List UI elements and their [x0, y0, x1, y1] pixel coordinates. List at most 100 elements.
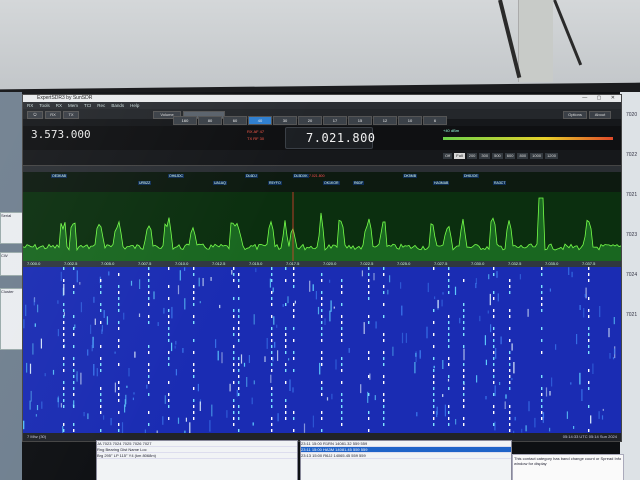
about-button[interactable]: About: [589, 111, 611, 119]
menu-bar: RX Tools RX Mem TCI Rec Bands Help: [23, 102, 621, 109]
desktop-number: 7023: [626, 232, 638, 238]
menu-item[interactable]: RX: [27, 103, 33, 108]
band-selector: 160 80 60 40 30 20 17 15 12 10 6: [173, 116, 448, 125]
spectrum-panel: OE3KAB UR5ZZ OH6JDC UA1AQ DL6DJ R5YFO DL5DXK OK…: [23, 165, 621, 262]
span-button[interactable]: 600: [504, 153, 516, 159]
s-meter-scale: [443, 137, 613, 140]
dx-spot-label[interactable]: R6DF: [353, 181, 365, 185]
span-button[interactable]: Full: [454, 153, 465, 159]
freq-tick-label: 7.032.5: [508, 261, 522, 266]
span-button[interactable]: 300: [479, 153, 491, 159]
menu-item[interactable]: TCI: [84, 103, 91, 108]
dx-spot-label[interactable]: R5YFO: [268, 181, 282, 185]
info-note: This contact category has band change co…: [512, 454, 624, 480]
dx-spot-label[interactable]: DK5MB: [403, 174, 418, 178]
desktop-number: 7020: [626, 112, 638, 118]
freq-tick-label: 7.037.5: [582, 261, 596, 266]
status-left: 7 Mhz (30): [27, 434, 47, 439]
band-button-30[interactable]: 30: [273, 116, 297, 125]
span-button[interactable]: 500: [492, 153, 503, 159]
desktop-window[interactable]: Serial: [0, 212, 24, 244]
menu-item[interactable]: Tools: [39, 103, 50, 108]
s-meter: +40 dBm: [443, 128, 613, 140]
tx-rf-label: TX RF 30: [247, 136, 265, 141]
freq-tick-label: 7.027.5: [434, 261, 448, 266]
window-controls[interactable]: — ▢ ✕: [582, 95, 619, 102]
freq-tick-label: 7.020.0: [323, 261, 337, 266]
band-button-17[interactable]: 17: [323, 116, 347, 125]
rx-frequency-display[interactable]: 3.573.000: [31, 128, 91, 141]
dx-spot-label[interactable]: DL6DJ: [245, 174, 258, 178]
desktop-left: Serial CW Cluster: [0, 92, 24, 480]
frequency-row: 3.573.000 RX AF 47 TX RF 30 7.021.800 +4…: [23, 126, 621, 150]
freq-tick-label: 7.022.5: [360, 261, 374, 266]
span-button[interactable]: 1000: [530, 153, 544, 159]
sdr-app-window: ExpertSDR3 by SunSDR — ▢ ✕ RX Tools RX Mem T…: [22, 94, 622, 442]
freq-tick-label: 7.007.5: [138, 261, 152, 266]
band-button-10[interactable]: 10: [398, 116, 422, 125]
band-button-40[interactable]: 40: [248, 116, 272, 125]
dx-spots-row: OE3KAB UR5ZZ OH6JDC UA1AQ DL6DJ R5YFO DL5DXK OK…: [23, 172, 621, 192]
freq-tick-label: 7.017.5: [286, 261, 300, 266]
dx-spot-label[interactable]: OK1KOR: [323, 181, 340, 185]
band-button-60[interactable]: 60: [223, 116, 247, 125]
status-clock: 05:14:33 UTC 05:14 Sun 2024: [562, 434, 617, 439]
qso-row[interactable]: 23:13 15:00 R6JJ 14065.45 559 559: [301, 453, 511, 459]
freq-tick-label: 7.015.0: [249, 261, 263, 266]
desktop-window[interactable]: CW: [0, 252, 24, 276]
freq-tick-label: 7.000.0: [27, 261, 41, 266]
dx-spot-label[interactable]: UR5ZZ: [138, 181, 152, 185]
menu-item[interactable]: Help: [130, 103, 139, 108]
logger-qso-list: 23:11 15:00 R1RN 14081.32 559 559 23:11 1…: [300, 440, 512, 480]
freq-tick-label: 7.010.0: [175, 261, 189, 266]
rx-af-label: RX AF 47: [247, 129, 265, 134]
band-button-12[interactable]: 12: [373, 116, 397, 125]
window-title: ExpertSDR3 by SunSDR: [37, 95, 93, 101]
span-button[interactable]: Off: [443, 153, 453, 159]
freq-tick-label: 7.035.0: [545, 261, 559, 266]
freq-tick-label: 7.025.0: [397, 261, 411, 266]
menu-item[interactable]: Mem: [68, 103, 78, 108]
wall-post: [518, 0, 553, 82]
desktop-number: 7024: [626, 272, 638, 278]
options-button[interactable]: Options: [563, 111, 587, 119]
log-info-row: Brg 295° LP 115° Y4 (km 8068m): [97, 453, 297, 459]
dx-spot-label[interactable]: 7.021.800: [308, 174, 326, 178]
monitor-screen: Serial CW Cluster 7020 7022 7021 7023 7024 70…: [0, 92, 640, 480]
dx-spot-label[interactable]: DH8JOE: [463, 174, 479, 178]
band-button-15[interactable]: 15: [348, 116, 372, 125]
s-meter-label: +40 dBm: [443, 128, 460, 133]
rx-button[interactable]: RX: [45, 111, 61, 119]
dx-spot-label[interactable]: HA3MAB: [433, 181, 450, 185]
freq-tick-label: 7.012.5: [212, 261, 226, 266]
power-button[interactable]: ⏻: [27, 111, 43, 119]
dx-spot-label[interactable]: DL5DXK: [293, 174, 309, 178]
tx-button[interactable]: TX: [63, 111, 79, 119]
logger-info-window: JA 7023 7024 7025 7026 7027 Rng Bearing D…: [96, 440, 298, 480]
waterfall-display[interactable]: [23, 267, 621, 433]
freq-tick-label: 7.030.0: [471, 261, 485, 266]
band-button-80[interactable]: 80: [198, 116, 222, 125]
spectrum-trace[interactable]: [23, 192, 621, 262]
span-button[interactable]: 200: [466, 153, 478, 159]
dx-spot-label[interactable]: OE3KAB: [51, 174, 68, 178]
desktop-number: 7021: [626, 192, 638, 198]
menu-item[interactable]: Rec: [97, 103, 105, 108]
menu-item[interactable]: Bands: [111, 103, 124, 108]
vfo-frequency[interactable]: 7.021.800: [306, 131, 376, 145]
band-button-20[interactable]: 20: [298, 116, 322, 125]
band-button-160[interactable]: 160: [173, 116, 197, 125]
desktop-number: 7021: [626, 312, 638, 318]
band-button-6[interactable]: 6: [423, 116, 447, 125]
menu-item[interactable]: RX: [56, 103, 62, 108]
dx-spot-label[interactable]: OH6JDC: [168, 174, 185, 178]
span-buttons: Off Full 200 300 500 600 800 1000 1200: [443, 153, 560, 159]
vfo-display[interactable]: 7.021.800: [285, 127, 376, 149]
desktop-window[interactable]: Cluster: [0, 288, 24, 350]
span-button[interactable]: 1200: [545, 153, 558, 159]
span-button[interactable]: 800: [517, 153, 529, 159]
freq-tick-label: 7.005.0: [101, 261, 115, 266]
dx-spot-label[interactable]: RA3CT: [493, 181, 507, 185]
dx-spot-label[interactable]: UA1AQ: [213, 181, 227, 185]
desktop-number: 7022: [626, 152, 638, 158]
